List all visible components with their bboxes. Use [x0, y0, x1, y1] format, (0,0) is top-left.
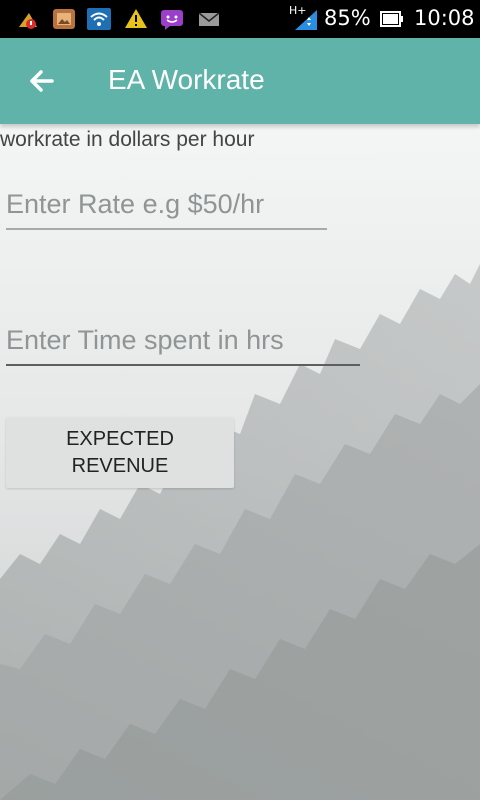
gallery-icon — [53, 9, 75, 29]
time-underline — [6, 364, 360, 366]
warning-icon — [125, 9, 147, 28]
wifi-icon — [87, 8, 111, 30]
page-title: EA Workrate — [108, 64, 265, 95]
battery-icon — [380, 11, 403, 27]
battery-percent: 85% — [324, 6, 371, 30]
status-bar: H+ 85% 10:08 — [0, 0, 480, 38]
signal-icon — [295, 10, 317, 30]
button-label-line1: EXPECTED — [66, 427, 174, 450]
rate-field — [6, 184, 327, 230]
expected-revenue-button[interactable]: EXPECTED REVENUE — [6, 417, 234, 488]
clock: 10:08 — [414, 6, 475, 30]
rate-description: workrate in dollars per hour — [0, 128, 255, 151]
rate-underline — [6, 228, 327, 230]
time-field — [6, 320, 360, 366]
messaging-icon — [161, 10, 183, 30]
main-content: workrate in dollars per hour EXPECTED RE… — [0, 124, 480, 800]
time-input[interactable] — [6, 320, 360, 360]
email-icon — [198, 12, 220, 26]
rate-input[interactable] — [6, 184, 327, 224]
notification-alert-icon — [19, 13, 37, 29]
app-bar: EA Workrate — [0, 38, 480, 124]
arrow-left-icon[interactable] — [22, 60, 64, 102]
button-label-line2: REVENUE — [71, 454, 169, 477]
